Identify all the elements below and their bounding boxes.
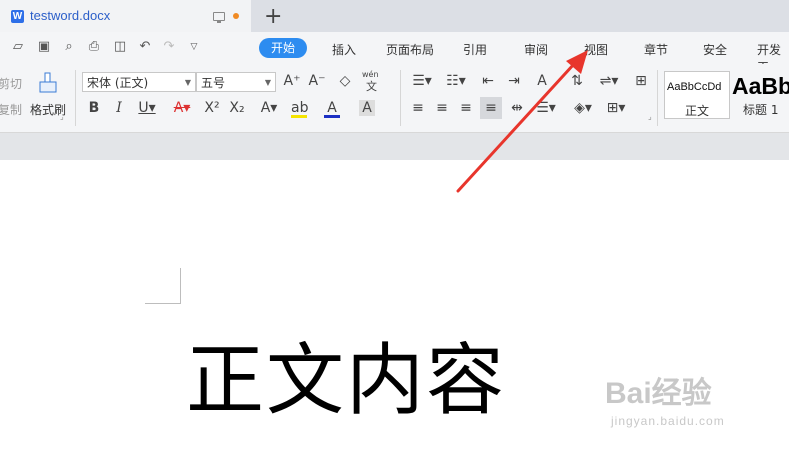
annotation-arrow — [456, 50, 588, 193]
